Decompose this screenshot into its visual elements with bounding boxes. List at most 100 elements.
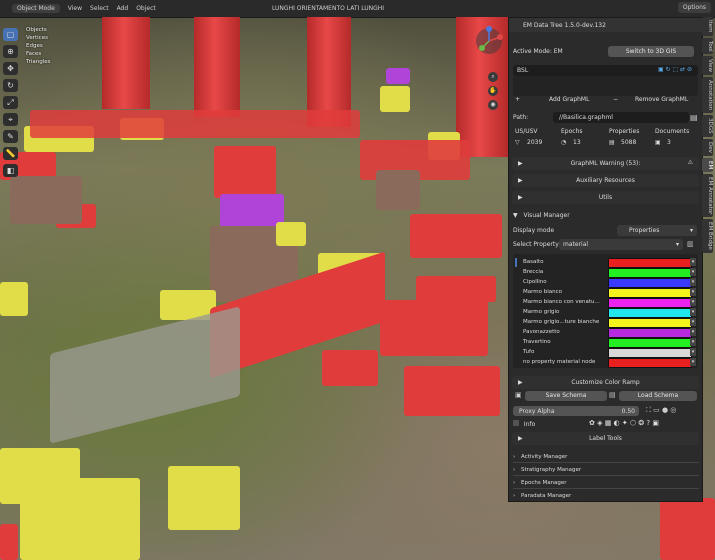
annotate-icon[interactable]: ✎ (3, 130, 18, 143)
zoom-icon[interactable]: ⌕ (488, 72, 498, 82)
red-block[interactable] (30, 110, 360, 138)
purple-block[interactable] (220, 194, 284, 228)
material-color-swatch[interactable] (608, 358, 692, 368)
eyedropper-icon[interactable]: ▾ (690, 288, 696, 296)
material-color-swatch[interactable] (608, 288, 692, 298)
material-row[interactable]: Marmo bianco con venatu... ▾ (517, 298, 696, 308)
add-icon[interactable]: + (515, 96, 520, 103)
material-color-swatch[interactable] (608, 338, 692, 348)
pan-icon[interactable]: ✋ (488, 86, 498, 96)
eyedropper-icon[interactable]: ▾ (690, 338, 696, 346)
material-row[interactable]: Cipollino ▾ (517, 278, 696, 288)
red-block[interactable] (214, 146, 276, 198)
tab-em-bridge[interactable]: EM Bridge (702, 219, 713, 254)
tab-em-annotator[interactable]: EM Annotator (702, 174, 713, 218)
display-mode-dropdown[interactable]: Properties ▾ (617, 225, 697, 236)
material-row[interactable]: Travertino ▾ (517, 338, 696, 348)
yellow-block[interactable] (20, 478, 140, 560)
select-box-icon[interactable]: ▢ (3, 28, 18, 41)
menu-add[interactable]: Add (117, 5, 129, 12)
utils-section[interactable]: ▶ Utils (512, 191, 699, 204)
camera-icon[interactable]: ◉ (488, 100, 498, 110)
material-row[interactable]: Tufo ▾ (517, 348, 696, 358)
eyedropper-icon[interactable]: ▾ (690, 318, 696, 326)
tab-tool[interactable]: Tool (702, 37, 713, 55)
red-block[interactable] (0, 524, 18, 560)
save-icon[interactable]: ▣ (515, 391, 522, 399)
customize-color-ramp-section[interactable]: ▶ Customize Color Ramp (512, 376, 699, 389)
red-block[interactable] (416, 276, 496, 302)
load-schema-button[interactable]: Load Schema (619, 391, 697, 401)
yellow-block[interactable] (168, 466, 240, 530)
red-pillar[interactable] (194, 17, 240, 117)
material-row[interactable]: Basalto ▾ (517, 258, 696, 268)
menu-view[interactable]: View (68, 5, 82, 12)
menu-object[interactable]: Object (136, 5, 156, 12)
eyedropper-icon[interactable]: ▾ (690, 268, 696, 276)
eyedropper-icon[interactable]: ▾ (690, 258, 696, 266)
cursor-icon[interactable]: ⊕ (3, 45, 18, 58)
material-row[interactable]: Marmo grigio ▾ (517, 308, 696, 318)
folder-icon[interactable]: ▤ (690, 113, 698, 122)
proxy-tools[interactable]: ⛶ ▭ ● ◎ (646, 406, 676, 415)
tab-em[interactable]: EM (702, 157, 713, 173)
save-schema-button[interactable]: Save Schema (525, 391, 607, 401)
red-block[interactable] (410, 214, 502, 258)
tab-view[interactable]: View (702, 56, 713, 76)
transform-icon[interactable]: ⌖ (3, 113, 18, 126)
label-tools-section[interactable]: ▶ Label Tools (512, 432, 699, 445)
material-color-swatch[interactable] (608, 298, 692, 308)
visual-manager-header[interactable]: ▼ Visual Manager (513, 212, 698, 219)
red-pillar[interactable] (102, 17, 150, 109)
eyedropper-icon[interactable]: ▾ (690, 278, 696, 286)
red-block[interactable] (404, 366, 500, 416)
menu-select[interactable]: Select (90, 5, 109, 12)
material-color-swatch[interactable] (608, 328, 692, 338)
refresh-icon[interactable]: ▥ (687, 240, 694, 248)
stratigraphy-manager-section[interactable]: › Stratigraphy Manager (513, 465, 699, 476)
paradata-manager-section[interactable]: › Paradata Manager (513, 491, 699, 502)
material-color-swatch[interactable] (608, 268, 692, 278)
graphml-warning-section[interactable]: ▶ GraphML Warning (53): ⚠ (512, 157, 699, 170)
add-cube-icon[interactable]: ◧ (3, 164, 18, 177)
add-graphml-button[interactable]: Add GraphML (549, 96, 589, 103)
options-button[interactable]: Options (677, 2, 711, 13)
material-color-swatch[interactable] (608, 348, 692, 358)
select-property-dropdown[interactable]: material ▾ (559, 239, 683, 250)
material-color-swatch[interactable] (608, 258, 692, 268)
yellow-block[interactable] (276, 222, 306, 246)
measure-icon[interactable]: 📏 (3, 147, 18, 160)
navigation-gizmo[interactable] (474, 26, 504, 56)
tab-annotation[interactable]: Annotation (702, 77, 713, 114)
yellow-block[interactable] (0, 282, 28, 316)
activity-manager-section[interactable]: › Activity Manager (513, 452, 699, 463)
tab-item[interactable]: Item (702, 17, 713, 36)
material-color-swatch[interactable] (608, 308, 692, 318)
eyedropper-icon[interactable]: ▾ (690, 328, 696, 336)
panel-header[interactable]: EM Data Tree 1.5.0-dev.132 (509, 18, 702, 32)
graph-status-icons[interactable]: ▣ ↻ ⬚ ⇄ ⊘ (658, 66, 692, 73)
material-color-swatch[interactable] (608, 278, 692, 288)
material-row[interactable]: Pavonazzetto ▾ (517, 328, 696, 338)
object-mode-dropdown[interactable]: Object Mode (12, 4, 60, 13)
red-block[interactable] (380, 300, 488, 356)
remove-graphml-button[interactable]: Remove GraphML (635, 96, 688, 103)
proxy-alpha-slider[interactable]: Proxy Alpha 0.50 (513, 406, 639, 416)
eyedropper-icon[interactable]: ▾ (690, 298, 696, 306)
overlay-icons[interactable]: ✿ ◈ ▦ ◐ ✦ ⬡ ❂ ? ▣ (589, 419, 659, 427)
material-color-swatch[interactable] (608, 318, 692, 328)
rotate-icon[interactable]: ↻ (3, 79, 18, 92)
material-row[interactable]: no property material node ▾ (517, 358, 696, 368)
eyedropper-icon[interactable]: ▾ (690, 358, 696, 366)
graph-list[interactable]: BSL ▣ ↻ ⬚ ⇄ ⊘ (513, 65, 698, 76)
red-block[interactable] (660, 498, 715, 560)
remove-icon[interactable]: − (613, 96, 618, 103)
material-row[interactable]: Breccia ▾ (517, 268, 696, 278)
eyedropper-icon[interactable]: ▾ (690, 308, 696, 316)
epochs-manager-section[interactable]: › Epochs Manager (513, 478, 699, 489)
material-row[interactable]: Marmo bianco ▾ (517, 288, 696, 298)
aux-resources-section[interactable]: ▶ Auxiliary Resources (512, 174, 699, 187)
red-block[interactable] (322, 350, 378, 386)
switch-to-3d-gis-button[interactable]: Switch to 3D GIS (608, 46, 694, 57)
folder-icon[interactable]: ▤ (609, 391, 616, 399)
